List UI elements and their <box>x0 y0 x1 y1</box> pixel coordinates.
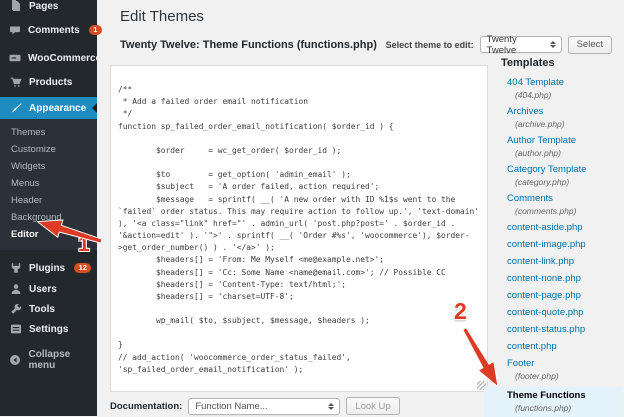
template-file: (category.php) <box>498 177 622 188</box>
template-link[interactable]: content-status.php <box>498 324 622 336</box>
sidebar-item-appearance[interactable]: Appearance <box>0 97 97 119</box>
sidebar-item-users[interactable]: Users <box>0 279 97 299</box>
code-editor[interactable]: /** * Add a failed order email notificat… <box>110 65 488 392</box>
sidebar-item-tools[interactable]: Tools <box>0 299 97 319</box>
sidebar-item-label: WooCommerce <box>28 53 101 64</box>
template-item-content-image: content-image.php <box>498 239 622 251</box>
sidebar-item-collapse-menu[interactable]: Collapse menu <box>0 350 97 370</box>
template-link[interactable]: content-page.php <box>498 290 622 302</box>
plugins-icon <box>9 262 22 274</box>
select-theme-button[interactable]: Select <box>568 36 612 54</box>
template-item-content-quote: content-quote.php <box>498 307 622 319</box>
sidebar-item-settings[interactable]: Settings <box>0 319 97 339</box>
sidebar-item-label: Comments <box>28 25 80 36</box>
documentation-select[interactable]: Function Name... <box>188 398 340 415</box>
template-item-content-aside: content-aside.php <box>498 222 622 234</box>
theme-select[interactable]: Twenty Twelve <box>480 36 562 53</box>
sidebar-item-label: Plugins <box>29 263 65 274</box>
sidebar-item-woocommerce[interactable]: WooCommerce <box>0 46 97 70</box>
users-icon <box>9 283 22 295</box>
select-arrows-icon <box>324 403 334 410</box>
template-item-category: Category Template (category.php) <box>498 164 622 188</box>
submenu-item-widgets[interactable]: Widgets <box>0 158 97 175</box>
sidebar-item-label: Users <box>29 284 57 295</box>
sidebar-item-label: Pages <box>29 1 58 12</box>
select-arrows-icon <box>546 41 556 48</box>
submenu-item-themes[interactable]: Themes <box>0 124 97 141</box>
sidebar-item-products[interactable]: Products <box>0 70 97 94</box>
template-item-comments: Comments (comments.php) <box>498 193 622 217</box>
template-file: (404.php) <box>498 90 622 101</box>
submenu-item-header[interactable]: Header <box>0 192 97 209</box>
current-template-label[interactable]: Theme Functions <box>498 390 622 402</box>
template-item-content-php: content.php <box>498 341 622 353</box>
code-content[interactable]: /** * Add a failed order email notificat… <box>111 66 487 391</box>
template-link[interactable]: Comments <box>498 193 622 205</box>
template-link[interactable]: content-quote.php <box>498 307 622 319</box>
main-content: Edit Themes Twenty Twelve: Theme Functio… <box>97 0 624 416</box>
sidebar-item-comments[interactable]: Comments 1 <box>0 18 97 42</box>
page-title: Edit Themes <box>120 8 204 25</box>
submenu-item-menus[interactable]: Menus <box>0 175 97 192</box>
tools-icon <box>9 303 22 315</box>
template-link[interactable]: 404 Template <box>498 77 622 89</box>
templates-panel: Templates 404 Template (404.php) Archive… <box>498 57 622 417</box>
comments-count-badge: 1 <box>89 25 102 36</box>
submenu-item-editor[interactable]: Editor <box>0 226 97 243</box>
template-item-author: Author Template (author.php) <box>498 135 622 159</box>
comments-icon <box>9 24 21 36</box>
submenu-item-customize[interactable]: Customize <box>0 141 97 158</box>
template-item-404: 404 Template (404.php) <box>498 77 622 101</box>
file-subtitle: Twenty Twelve: Theme Functions (function… <box>120 39 377 51</box>
submenu-item-background[interactable]: Background <box>0 209 97 226</box>
settings-icon <box>9 323 22 335</box>
sidebar-item-plugins[interactable]: Plugins 12 <box>0 257 97 279</box>
lookup-button[interactable]: Look Up <box>346 397 399 415</box>
template-file: (comments.php) <box>498 206 622 217</box>
documentation-select-value: Function Name... <box>195 401 267 412</box>
template-link[interactable]: Archives <box>498 106 622 118</box>
documentation-label: Documentation: <box>110 401 182 412</box>
template-link[interactable]: content-image.php <box>498 239 622 251</box>
collapse-icon <box>9 354 22 366</box>
template-file: (author.php) <box>498 148 622 159</box>
template-file: (footer.php) <box>498 371 622 382</box>
template-item-content-link: content-link.php <box>498 256 622 268</box>
sidebar-item-label: Products <box>29 77 72 88</box>
sidebar-item-label: Collapse menu <box>29 349 97 371</box>
sidebar-item-label: Appearance <box>29 103 86 114</box>
template-link[interactable]: content-link.php <box>498 256 622 268</box>
template-link[interactable]: content.php <box>498 341 622 353</box>
template-item-content-none: content-none.php <box>498 273 622 285</box>
template-link[interactable]: Author Template <box>498 135 622 147</box>
template-item-content-status: content-status.php <box>498 324 622 336</box>
appearance-submenu: Themes Customize Widgets Menus Header Ba… <box>0 119 97 250</box>
template-link[interactable]: content-none.php <box>498 273 622 285</box>
woocommerce-icon <box>9 52 21 64</box>
theme-select-value: Twenty Twelve <box>487 34 546 56</box>
template-item-archives: Archives (archive.php) <box>498 106 622 130</box>
sidebar-item-pages[interactable]: Pages <box>0 0 97 18</box>
template-link[interactable]: Category Template <box>498 164 622 176</box>
template-file: (functions.php) <box>498 403 622 414</box>
template-link[interactable]: Footer <box>498 358 622 370</box>
template-item-theme-functions-current: Theme Functions (functions.php) <box>484 387 622 417</box>
products-icon <box>9 76 22 88</box>
select-theme-label: Select theme to edit: <box>386 40 474 50</box>
template-item-footer: Footer (footer.php) <box>498 358 622 382</box>
pages-icon <box>9 0 22 12</box>
template-file: (archive.php) <box>498 119 622 130</box>
admin-sidebar: Pages Comments 1 WooCommerce Products Ap… <box>0 0 97 416</box>
template-item-content-page: content-page.php <box>498 290 622 302</box>
templates-heading: Templates <box>501 57 622 69</box>
template-link[interactable]: content-aside.php <box>498 222 622 234</box>
sidebar-item-label: Tools <box>29 304 55 315</box>
plugins-count-badge: 12 <box>74 263 91 274</box>
sidebar-item-label: Settings <box>29 324 68 335</box>
appearance-icon <box>9 102 22 114</box>
